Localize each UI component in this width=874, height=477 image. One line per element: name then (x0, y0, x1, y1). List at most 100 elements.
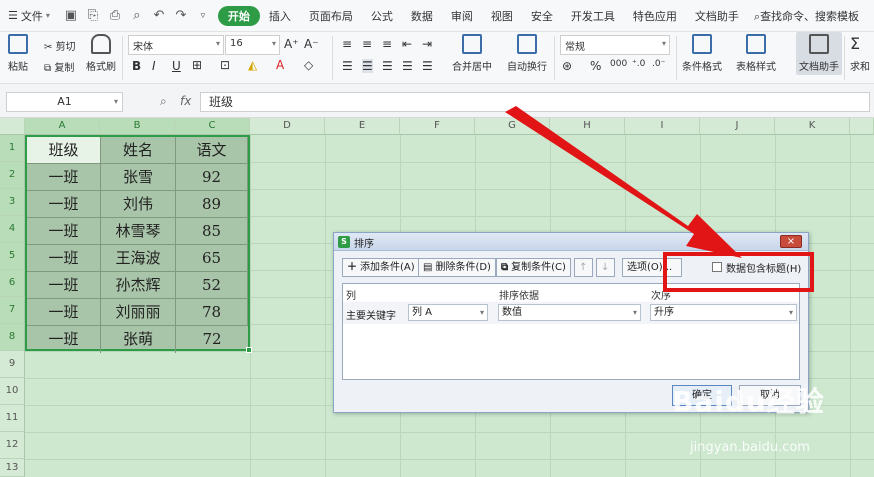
clear-format-icon[interactable]: ◇ (304, 58, 313, 72)
increase-decimal-icon[interactable]: ⁺.0 (632, 59, 645, 69)
column-header[interactable]: F (400, 118, 475, 135)
row-header[interactable]: 13 (0, 459, 25, 477)
align-center-icon[interactable]: ☰ (362, 59, 373, 73)
fx-icon[interactable]: fx (180, 94, 191, 108)
percent-icon[interactable]: % (590, 59, 601, 73)
move-up-button[interactable]: ↑ (574, 258, 593, 277)
move-down-button[interactable]: ↓ (596, 258, 615, 277)
tab-developer[interactable]: 开发工具 (562, 8, 624, 24)
align-left-icon[interactable]: ☰ (342, 59, 353, 73)
bold-icon[interactable]: B (132, 59, 141, 73)
row-header[interactable]: 4 (0, 216, 25, 243)
table-cell[interactable]: 语文 (176, 137, 248, 164)
decrease-decimal-icon[interactable]: .0⁻ (652, 59, 665, 69)
sort-condition-row[interactable]: 主要关键字 列 A ▾ 数值 ▾ 升序 ▾ (343, 302, 799, 324)
save-icon[interactable]: ▣ (62, 8, 80, 23)
justify-icon[interactable]: ☰ (402, 59, 413, 73)
print-icon[interactable]: ⎙ (106, 8, 124, 23)
currency-icon[interactable]: ⊛ (562, 59, 572, 73)
table-cell[interactable]: 一班 (27, 245, 101, 272)
table-cell[interactable]: 孙杰辉 (101, 272, 176, 299)
tab-page-layout[interactable]: 页面布局 (300, 8, 362, 24)
tab-home[interactable]: 开始 (217, 5, 260, 26)
column-header[interactable]: J (700, 118, 775, 135)
distribute-icon[interactable]: ☰ (422, 59, 433, 73)
align-top-icon[interactable]: ≡ (342, 37, 352, 51)
command-search[interactable]: ⌕查找命令、搜索模板 (748, 8, 859, 24)
indent-increase-icon[interactable]: ⇥ (422, 37, 432, 51)
column-header[interactable]: C (175, 118, 250, 135)
wrap-text-button[interactable]: 自动换行 (507, 34, 547, 73)
file-menu[interactable]: ☰ 文件 ▾ (0, 8, 56, 24)
merge-center-button[interactable]: 合并居中 (452, 34, 492, 73)
column-header[interactable]: K (775, 118, 850, 135)
column-header[interactable]: A (25, 118, 100, 135)
tab-review[interactable]: 审阅 (442, 8, 482, 24)
table-cell[interactable]: 王海波 (101, 245, 176, 272)
row-header[interactable]: 3 (0, 189, 25, 216)
row-header[interactable]: 12 (0, 432, 25, 459)
align-bottom-icon[interactable]: ≡ (382, 37, 392, 51)
column-header[interactable]: G (475, 118, 550, 135)
tab-data[interactable]: 数据 (402, 8, 442, 24)
name-box[interactable]: A1 ▾ (6, 92, 123, 112)
selected-range[interactable]: 班级 姓名 语文 一班 张雪 92 一班 刘伟 89 一班 林雪琴 85 一班 … (25, 135, 250, 353)
column-header[interactable]: H (550, 118, 625, 135)
select-all-corner[interactable] (0, 118, 25, 135)
column-header[interactable]: I (625, 118, 700, 135)
table-cell[interactable]: 一班 (27, 326, 101, 353)
tab-formulas[interactable]: 公式 (362, 8, 402, 24)
font-size-select[interactable]: 16 ▾ (225, 35, 280, 55)
sum-button[interactable]: Σ 求和 (850, 34, 870, 73)
table-cell[interactable]: 85 (176, 218, 248, 245)
tab-view[interactable]: 视图 (482, 8, 522, 24)
print-preview-icon[interactable]: ⌕ (128, 8, 146, 23)
tab-insert[interactable]: 插入 (260, 8, 300, 24)
row-header[interactable]: 11 (0, 405, 25, 432)
table-cell[interactable]: 78 (176, 299, 248, 326)
align-middle-icon[interactable]: ≡ (362, 37, 372, 51)
redo-icon[interactable]: ↷ (172, 8, 190, 23)
table-cell[interactable]: 一班 (27, 191, 101, 218)
primary-key-select[interactable]: 列 A ▾ (408, 304, 488, 321)
column-header[interactable] (850, 118, 874, 135)
conditional-format-button[interactable]: 条件格式 (682, 34, 722, 73)
decrease-font-icon[interactable]: A⁻ (304, 37, 319, 51)
dialog-title-bar[interactable]: S 排序 × (334, 233, 808, 251)
table-cell[interactable]: 张萌 (101, 326, 176, 353)
thousands-icon[interactable]: 000 (610, 59, 627, 69)
table-cell[interactable]: 姓名 (101, 137, 176, 164)
copy-condition-button[interactable]: ⧉ 复制条件(C) (496, 258, 571, 277)
font-color-icon[interactable]: A (276, 58, 284, 72)
row-header[interactable]: 2 (0, 162, 25, 189)
table-cell[interactable]: 班级 (27, 137, 101, 164)
italic-icon[interactable]: I (152, 59, 156, 73)
table-style-button[interactable]: 表格样式 (736, 34, 776, 73)
row-header[interactable]: 5 (0, 243, 25, 270)
table-cell[interactable]: 刘伟 (101, 191, 176, 218)
undo-icon[interactable]: ↶ (150, 8, 168, 23)
table-cell[interactable]: 林雪琴 (101, 218, 176, 245)
table-cell[interactable]: 52 (176, 272, 248, 299)
row-header[interactable]: 6 (0, 270, 25, 297)
row-header[interactable]: 10 (0, 378, 25, 405)
column-header[interactable]: E (325, 118, 400, 135)
delete-condition-button[interactable]: ▤ 删除条件(D) (418, 258, 496, 277)
row-header[interactable]: 9 (0, 351, 25, 378)
copy-button[interactable]: ⧉ 复制 (44, 59, 74, 74)
border-icon[interactable]: ⊞ (192, 58, 202, 72)
order-select[interactable]: 升序 ▾ (650, 304, 797, 321)
sort-on-select[interactable]: 数值 ▾ (498, 304, 641, 321)
table-cell[interactable]: 一班 (27, 218, 101, 245)
column-header[interactable]: D (250, 118, 325, 135)
tab-special-apps[interactable]: 特色应用 (624, 8, 686, 24)
tab-security[interactable]: 安全 (522, 8, 562, 24)
formula-input[interactable]: 班级 (200, 92, 870, 112)
close-button[interactable]: × (780, 235, 802, 248)
indent-decrease-icon[interactable]: ⇤ (402, 37, 412, 51)
font-name-select[interactable]: 宋体 ▾ (128, 35, 224, 55)
table-cell[interactable]: 一班 (27, 272, 101, 299)
underline-icon[interactable]: U (172, 59, 181, 73)
row-header[interactable]: 1 (0, 135, 25, 162)
zoom-icon[interactable]: ⌕ (160, 94, 167, 109)
